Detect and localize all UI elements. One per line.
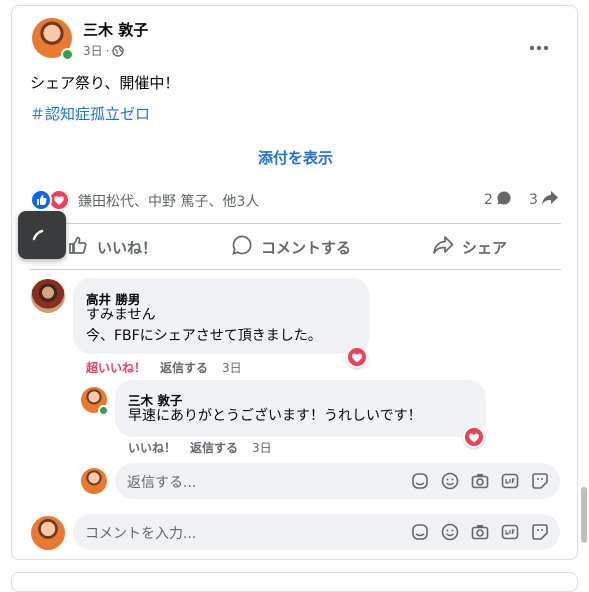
- reactions-summary[interactable]: 鎌田松代、中野 篤子、他3人: [78, 191, 259, 211]
- like-reaction-icon: [30, 189, 52, 211]
- reply-reply-button[interactable]: 返信する: [190, 439, 238, 456]
- comment-button[interactable]: コメントする: [231, 232, 371, 262]
- comment-count-value: 2: [484, 192, 493, 208]
- avatar-sticker-icon[interactable]: [530, 522, 550, 546]
- avatar-sticker-icon[interactable]: [530, 471, 550, 495]
- sticker-icon[interactable]: [410, 471, 430, 495]
- comment-icon: [231, 234, 253, 260]
- reply-input[interactable]: 返信する...: [115, 463, 560, 499]
- comment-count-icon: [496, 190, 512, 210]
- action-divider-bottom: [30, 269, 561, 270]
- reply-input-toolbar: [400, 471, 550, 495]
- reply-input-avatar[interactable]: [81, 468, 107, 494]
- gif-icon[interactable]: [500, 471, 520, 495]
- reply-input-placeholder: 返信する...: [127, 475, 197, 491]
- like-button[interactable]: いいね！: [67, 232, 187, 262]
- camera-icon[interactable]: [470, 522, 490, 546]
- thumb-up-icon: [67, 234, 89, 260]
- love-reaction-icon-reply[interactable]: [463, 426, 485, 448]
- comment-line-2: 今、FBFにシェアさせて頂きました。: [86, 328, 322, 344]
- action-divider-top: [30, 223, 561, 224]
- share-count[interactable]: 3: [529, 190, 559, 210]
- scrollbar[interactable]: [581, 487, 587, 543]
- reply-text: 早速にありがとうございます！うれしいです！: [128, 408, 422, 424]
- post-text: シェア祭り、開催中！: [30, 74, 180, 92]
- camera-icon[interactable]: [470, 471, 490, 495]
- gif-icon[interactable]: [500, 522, 520, 546]
- hashtag-link[interactable]: ＃認知症孤立ゼロ: [30, 103, 150, 124]
- share-icon: [432, 234, 454, 260]
- emoji-icon[interactable]: [440, 471, 460, 495]
- online-indicator: [61, 48, 74, 61]
- comment-actions: 超いいね！ 返信する 3日: [86, 359, 242, 376]
- share-count-value: 3: [529, 192, 538, 208]
- author-name[interactable]: 三木 敦子: [83, 19, 148, 40]
- reply-button[interactable]: 返信する: [160, 359, 208, 376]
- love-reaction-icon[interactable]: [346, 346, 368, 368]
- globe-icon: [112, 44, 125, 57]
- post-time[interactable]: 3日: [83, 42, 103, 59]
- comment-time[interactable]: 3日: [222, 359, 242, 376]
- reply-like-button[interactable]: いいね！: [128, 439, 176, 456]
- comment-input-toolbar: [400, 522, 550, 546]
- share-button-label: シェア: [462, 238, 508, 257]
- comment-input[interactable]: コメントを入力...: [73, 514, 560, 550]
- like-button-label: いいね！: [97, 238, 158, 257]
- share-button[interactable]: シェア: [432, 232, 542, 262]
- reply-online-indicator: [98, 405, 109, 416]
- sticker-icon[interactable]: [410, 522, 430, 546]
- meta-separator: ·: [105, 43, 110, 58]
- comment-line-1: すみません: [86, 307, 156, 323]
- comment-input-placeholder: コメントを入力...: [85, 526, 197, 542]
- show-attachment-link[interactable]: 添付を表示: [12, 147, 579, 168]
- reaction-icons[interactable]: [30, 189, 70, 211]
- post-card: 三木 敦子 3日 · シェア祭り、開催中！ ＃認知症孤立ゼロ 添付を表示 鎌田松…: [11, 5, 578, 560]
- comment-count[interactable]: 2: [484, 190, 512, 210]
- comment-button-label: コメントする: [261, 238, 352, 257]
- reply-actions: いいね！ 返信する 3日: [128, 439, 272, 456]
- more-icon[interactable]: [529, 36, 549, 55]
- comment-input-avatar[interactable]: [31, 516, 65, 550]
- next-post-card: [11, 572, 578, 592]
- emoji-icon[interactable]: [440, 522, 460, 546]
- post-meta: 3日 ·: [83, 42, 125, 59]
- commenter-avatar[interactable]: [31, 279, 65, 313]
- super-like-button[interactable]: 超いいね！: [86, 359, 146, 376]
- share-count-icon: [541, 190, 559, 210]
- reply-time[interactable]: 3日: [252, 439, 272, 456]
- loading-spinner-icon: [18, 211, 66, 259]
